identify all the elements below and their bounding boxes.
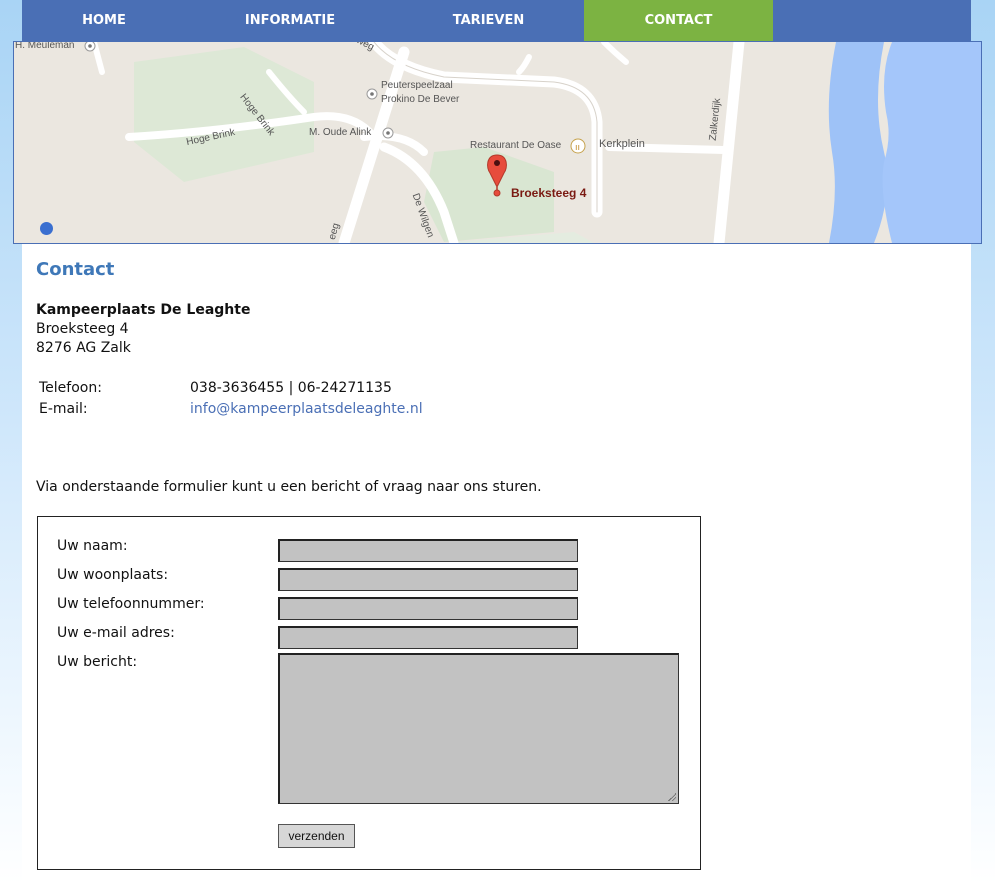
nav-item-tarieven[interactable]: TARIEVEN — [422, 0, 555, 41]
phone-label: Telefoon: — [39, 380, 102, 396]
svg-text:ıı: ıı — [575, 143, 580, 153]
map-label-restaurant: Restaurant De Oase — [470, 140, 562, 151]
email-field-label: Uw e-mail adres: — [57, 625, 175, 641]
email-label: E-mail: — [39, 401, 88, 417]
company-name: Kampeerplaats De Leaghte — [36, 302, 251, 318]
map-label-meuleman: H. Meuleman — [15, 41, 75, 51]
phone-field-label: Uw telefoonnummer: — [57, 596, 205, 612]
form-intro-text: Via onderstaande formulier kunt u een be… — [36, 479, 542, 495]
message-textarea[interactable] — [278, 653, 679, 804]
submit-button[interactable]: verzenden — [278, 824, 355, 848]
city-label: Uw woonplaats: — [57, 567, 169, 583]
map-marker-label: Broeksteeg 4 — [511, 186, 587, 200]
email-link[interactable]: info@kampeerplaatsdeleaghte.nl — [190, 401, 423, 417]
nav-item-home[interactable]: HOME — [44, 0, 164, 41]
map-label-prokino: Prokino De Bever — [381, 94, 460, 105]
name-input[interactable] — [278, 539, 578, 562]
phone-value: 038-3636455 | 06-24271135 — [190, 380, 392, 396]
map-label-peuterspeelzaal: Peuterspeelzaal — [381, 80, 453, 91]
map-label-oude-alink: M. Oude Alink — [309, 127, 372, 138]
map-label-kerkplein: Kerkplein — [599, 138, 645, 150]
map-control-dot[interactable] — [40, 222, 53, 235]
name-label: Uw naam: — [57, 538, 128, 554]
nav-item-informatie[interactable]: INFORMATIE — [204, 0, 376, 41]
address-city: 8276 AG Zalk — [36, 340, 131, 356]
nav-item-contact[interactable]: CONTACT — [584, 0, 773, 41]
page-title: Contact — [36, 259, 115, 280]
resize-grip-icon[interactable] — [668, 793, 676, 801]
message-label: Uw bericht: — [57, 654, 138, 670]
city-input[interactable] — [278, 568, 578, 591]
phone-input[interactable] — [278, 597, 578, 620]
address-street: Broeksteeg 4 — [36, 321, 129, 337]
location-map[interactable]: ıı H. Meuleman nkweg Peuterspeelzaal Pro… — [13, 41, 982, 244]
email-input[interactable] — [278, 626, 578, 649]
main-navigation: HOME INFORMATIE TARIEVEN CONTACT — [22, 0, 971, 42]
